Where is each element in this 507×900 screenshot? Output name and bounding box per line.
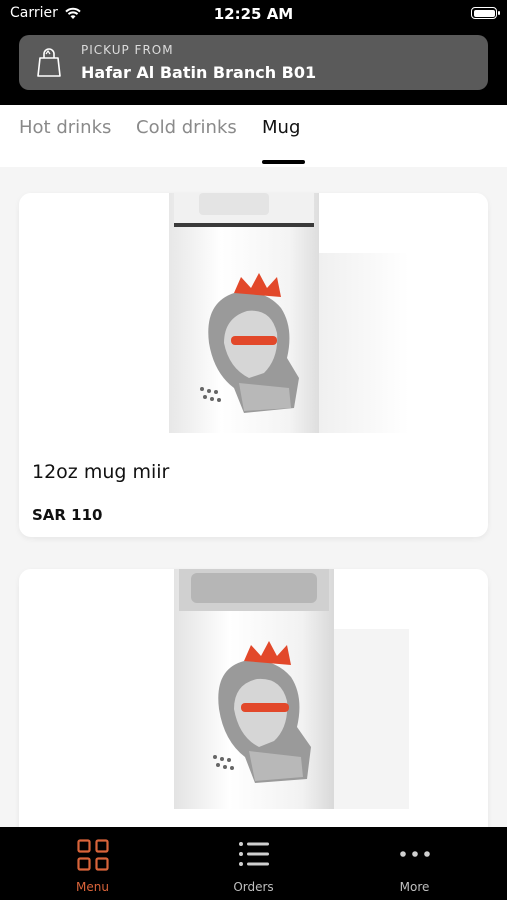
top-header: Carrier 12:25 AM PICKUP FROM Hafar Al Ba…	[0, 0, 507, 105]
nav-more-label: More	[399, 880, 430, 894]
shopping-bag-icon	[37, 48, 61, 77]
nav-more[interactable]: More	[330, 827, 499, 900]
pickup-branch: Hafar Al Batin Branch B01	[81, 63, 317, 82]
tab-mug[interactable]: Mug	[262, 117, 300, 138]
clock: 12:25 AM	[213, 5, 294, 23]
status-bar: Carrier 12:25 AM	[0, 0, 507, 28]
nav-menu[interactable]: Menu	[8, 827, 177, 900]
active-tab-indicator	[262, 160, 305, 164]
product-price: SAR 110	[32, 506, 103, 524]
bottom-navigation: Menu Orders More	[0, 827, 507, 900]
nav-orders-label: Orders	[233, 880, 274, 894]
tab-cold-drinks[interactable]: Cold drinks	[136, 117, 237, 138]
more-dots-icon	[399, 851, 430, 857]
pickup-label: PICKUP FROM	[81, 43, 174, 57]
product-card[interactable]: 12oz mug miir SAR 110	[19, 193, 488, 537]
category-tabs: Hot drinks Cold drinks Mug	[0, 105, 507, 167]
battery-icon	[471, 7, 500, 19]
product-list[interactable]: 12oz mug miir SAR 110	[0, 167, 507, 827]
nav-orders[interactable]: Orders	[169, 827, 338, 900]
product-image	[19, 569, 488, 809]
nav-menu-label: Menu	[76, 880, 109, 894]
tab-hot-drinks[interactable]: Hot drinks	[19, 117, 111, 138]
product-image	[19, 193, 488, 433]
product-name: 12oz mug miir	[32, 461, 170, 483]
grid-icon	[76, 839, 109, 871]
list-icon	[238, 842, 269, 866]
pickup-location-selector[interactable]: PICKUP FROM Hafar Al Batin Branch B01	[19, 35, 488, 90]
product-card[interactable]	[19, 569, 488, 827]
